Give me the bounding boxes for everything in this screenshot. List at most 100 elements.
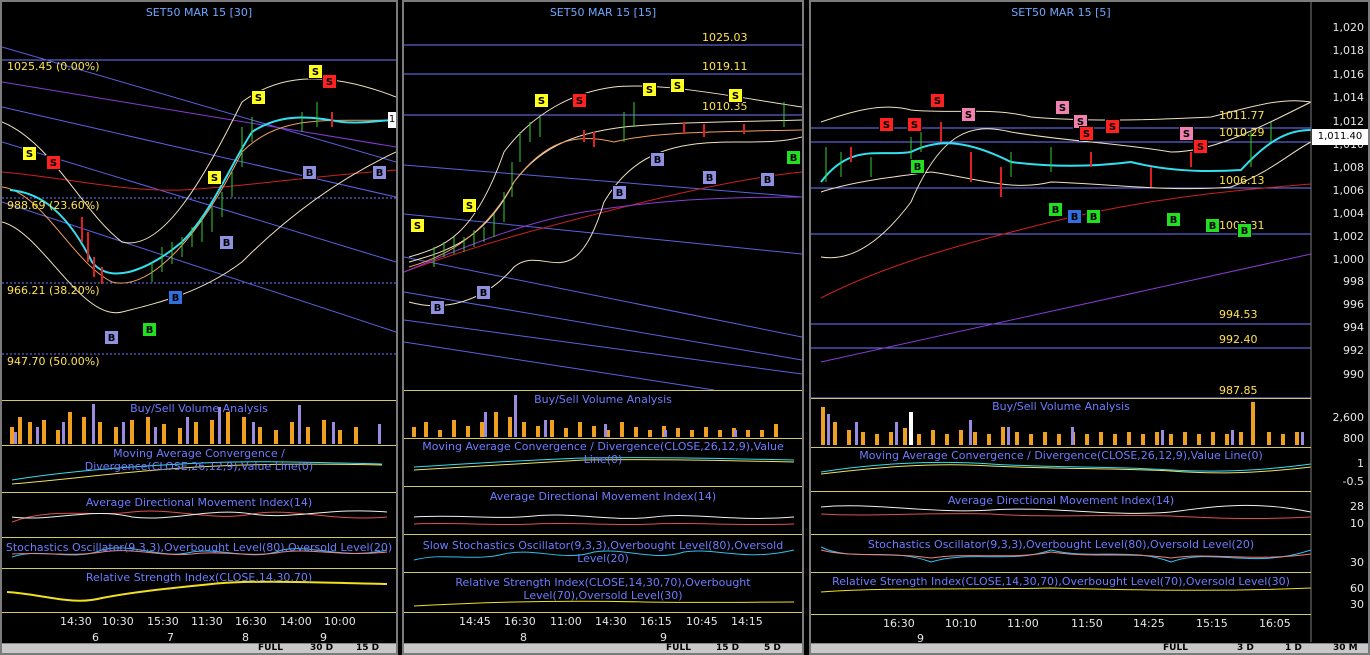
pane-separator[interactable] [404,438,802,439]
time-label: 16:30 [883,617,915,630]
signal-sell[interactable]: S [1179,126,1194,141]
pane-separator[interactable] [2,537,396,538]
signal-buy[interactable]: B [760,172,775,187]
y-axis-tick: 994 [1343,321,1364,334]
time-label: 11:00 [1007,617,1039,630]
pane-separator[interactable] [404,572,802,573]
time-label: 16:30 [235,615,267,628]
pane-separator[interactable] [811,447,1311,448]
signal-sell[interactable]: S [642,82,657,97]
signal-sell[interactable]: S [1193,139,1208,154]
chart-title: SET50 MAR 15 [30] [145,6,253,19]
signal-buy[interactable]: B [168,290,183,305]
signal-sell[interactable]: S [1079,126,1094,141]
signal-sell[interactable]: S [961,107,976,122]
range-30d-button[interactable]: 30 D [310,643,333,653]
range-15d-button[interactable]: 15 D [716,643,739,653]
time-label: 10:10 [945,617,977,630]
level-label: 1011.77 [1219,109,1265,122]
signal-sell[interactable]: S [308,64,323,79]
pane-separator[interactable] [2,612,396,613]
level-label: 1006.13 [1219,174,1265,187]
signal-buy[interactable]: B [476,285,491,300]
time-label: 14:30 [595,615,627,628]
fib-label-0: 1025.45 (0.00%) [7,60,100,73]
time-label: 16:05 [1259,617,1291,630]
pane-separator[interactable] [404,390,802,391]
signal-buy[interactable]: B [1048,202,1063,217]
range-full-button[interactable]: FULL [666,643,691,653]
y-axis-tick: 990 [1343,368,1364,381]
signal-buy[interactable]: B [910,159,925,174]
time-label: 16:30 [504,615,536,628]
pane-separator[interactable] [404,612,802,613]
signal-buy[interactable]: B [1237,223,1252,238]
pane-separator[interactable] [811,614,1311,615]
y-axis-tick: 1,020 [1332,21,1365,34]
range-full-button[interactable]: FULL [258,643,283,653]
time-label: 16:15 [640,615,672,628]
signal-sell[interactable]: S [410,218,425,233]
pane-separator[interactable] [2,568,396,569]
pane-separator[interactable] [404,534,802,535]
chart-panel-15min[interactable]: SET50 MAR 15 [15] 1025.03 1019.11 1010.3… [402,0,804,655]
signal-buy[interactable]: B [104,330,119,345]
y-axis-tick: 1,006 [1332,184,1365,197]
signal-sell[interactable]: S [251,90,266,105]
signal-buy[interactable]: B [1086,209,1101,224]
signal-buy[interactable]: B [612,185,627,200]
chart-panel-5min[interactable]: SET50 MAR 15 [5] 1011.77 1010.29 1006.13… [809,0,1370,655]
pane-separator[interactable] [2,445,396,446]
signal-buy[interactable]: B [1166,212,1181,227]
signal-sell[interactable]: S [22,146,37,161]
signal-buy[interactable]: B [786,150,801,165]
pane-separator[interactable] [2,400,396,401]
adx-axis-tick: 10 [1350,517,1364,530]
pane-separator[interactable] [811,398,1311,399]
range-1d-button[interactable]: 1 D [1285,643,1302,653]
signal-sell[interactable]: S [930,93,945,108]
signal-buy[interactable]: B [1067,209,1082,224]
signal-buy[interactable]: B [1205,218,1220,233]
time-label: 10:45 [686,615,718,628]
signal-buy[interactable]: B [650,152,665,167]
signal-sell[interactable]: S [534,93,549,108]
signal-buy[interactable]: B [302,165,317,180]
signal-sell[interactable]: S [728,88,743,103]
signal-sell[interactable]: S [1055,100,1070,115]
pane-separator[interactable] [404,486,802,487]
signal-sell[interactable]: S [322,74,337,89]
pane-separator[interactable] [2,492,396,493]
signal-buy[interactable]: B [702,170,717,185]
signal-buy[interactable]: B [142,322,157,337]
time-label: 14:45 [459,615,491,628]
signal-sell[interactable]: S [1105,119,1120,134]
time-label: 14:25 [1133,617,1165,630]
y-axis-tick: 998 [1343,275,1364,288]
fib-label-38: 966.21 (38.20%) [7,284,100,297]
level-label: 1019.11 [702,60,748,73]
signal-buy[interactable]: B [430,300,445,315]
range-full-button[interactable]: FULL [1163,643,1188,653]
signal-sell[interactable]: S [907,117,922,132]
pane-separator[interactable] [811,572,1311,573]
last-price-tag: 1,011.40 [1312,129,1368,145]
range-5d-button[interactable]: 5 D [764,643,781,653]
price-chart-30 [2,46,396,602]
signal-sell[interactable]: S [46,155,61,170]
signal-sell[interactable]: S [879,117,894,132]
signal-sell[interactable]: S [670,78,685,93]
signal-buy[interactable]: B [372,165,387,180]
range-15d-button[interactable]: 15 D [356,643,379,653]
pane-separator[interactable] [811,491,1311,492]
range-3d-button[interactable]: 3 D [1237,643,1254,653]
time-label: 15:15 [1196,617,1228,630]
chart-panel-30min[interactable]: SET50 MAR 15 [30] 1025.45 (0.00%) 988.69… [0,0,398,655]
range-30m-button[interactable]: 30 M [1333,643,1358,653]
pane-separator[interactable] [811,534,1311,535]
signal-sell[interactable]: S [462,198,477,213]
signal-buy[interactable]: B [219,235,234,250]
signal-sell[interactable]: S [572,93,587,108]
signal-sell[interactable]: S [207,170,222,185]
macd-axis-tick: -0.5 [1342,475,1364,488]
